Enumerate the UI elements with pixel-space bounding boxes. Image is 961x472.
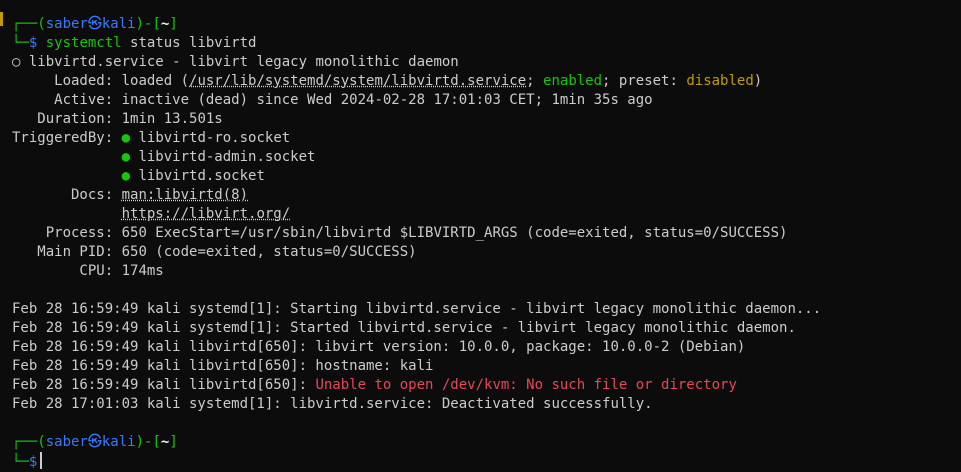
trigger-socket: libvirtd.socket bbox=[138, 168, 265, 184]
log-line-error: Feb 28 16:59:49 kali libvirtd[650]: Unab… bbox=[12, 376, 737, 395]
docs-line: https://libvirt.org/ bbox=[12, 205, 291, 224]
process-label: Process: bbox=[12, 225, 114, 241]
docs-link-man[interactable]: man:libvirtd(8) bbox=[122, 187, 248, 203]
active-dot-icon: ● bbox=[121, 168, 131, 184]
service-header: ○ libvirtd.service - libvirt legacy mono… bbox=[12, 53, 459, 72]
prompt-host: kali bbox=[101, 434, 136, 450]
loaded-label: Loaded: bbox=[12, 73, 114, 89]
prompt-host: kali bbox=[101, 16, 136, 32]
log-line: Feb 28 16:59:49 kali systemd[1]: Started… bbox=[12, 320, 796, 336]
prompt-frame: ] bbox=[169, 16, 178, 32]
loaded-line: Loaded: loaded (/usr/lib/systemd/system/… bbox=[12, 72, 762, 91]
process-value: 650 ExecStart=/usr/sbin/libvirtd $LIBVIR… bbox=[113, 225, 788, 241]
skull-icon: ㉿ bbox=[87, 434, 102, 450]
terminal-window[interactable]: ┌──(saber㉿kali)-[~] └─$ systemctl status… bbox=[0, 0, 961, 471]
preset-state: disabled bbox=[686, 73, 754, 89]
prompt-frame: ] bbox=[169, 434, 178, 450]
log-prefix: Feb 28 16:59:49 kali libvirtd[650]: bbox=[12, 377, 316, 393]
log-line: Feb 28 17:01:03 kali systemd[1]: libvirt… bbox=[12, 396, 653, 412]
cpu-label: CPU: bbox=[12, 263, 114, 279]
error-message: Unable to open /dev/kvm: No such file or… bbox=[315, 377, 737, 393]
active-dot-icon: ● bbox=[121, 130, 131, 146]
prompt-user: saber bbox=[45, 434, 88, 450]
prompt-frame: └─ bbox=[12, 35, 29, 51]
mainpid-label: Main PID: bbox=[12, 244, 114, 260]
command-args: status libvirtd bbox=[121, 35, 257, 51]
active-dot-icon: ● bbox=[121, 149, 131, 165]
triggered-line: ● libvirtd-admin.socket bbox=[12, 148, 316, 167]
mainpid-line: Main PID: 650 (code=exited, status=0/SUC… bbox=[12, 243, 417, 262]
docs-label: Docs: bbox=[12, 187, 114, 203]
prompt-symbol: $ bbox=[28, 35, 38, 51]
cpu-line: CPU: 174ms bbox=[12, 262, 164, 281]
process-line: Process: 650 ExecStart=/usr/sbin/libvirt… bbox=[12, 224, 788, 243]
trigger-socket: libvirtd-admin.socket bbox=[138, 149, 316, 165]
loaded-text: loaded ( bbox=[113, 73, 190, 89]
service-header-text: libvirtd.service - libvirt legacy monoli… bbox=[20, 54, 459, 70]
input-line[interactable]: └─$ bbox=[12, 452, 43, 471]
unit-file-path[interactable]: /usr/lib/systemd/system/libvirtd.service bbox=[189, 73, 526, 89]
active-value: inactive (dead) since Wed 2024-02-28 17:… bbox=[113, 92, 653, 108]
loaded-text: ; bbox=[526, 73, 544, 89]
prompt-line-top: ┌──(saber㉿kali)-[~] bbox=[12, 15, 178, 34]
prompt-frame: )-[ bbox=[135, 16, 161, 32]
loaded-text: ) bbox=[753, 73, 763, 89]
active-label: Active: bbox=[12, 92, 114, 108]
duration-label: Duration: bbox=[12, 111, 114, 127]
command-name: systemctl bbox=[45, 35, 122, 51]
prompt-user: saber bbox=[45, 16, 88, 32]
duration-line: Duration: 1min 13.501s bbox=[12, 110, 223, 129]
docs-line: Docs: man:libvirtd(8) bbox=[12, 186, 248, 205]
trigger-socket: libvirtd-ro.socket bbox=[138, 130, 291, 146]
text-cursor[interactable] bbox=[40, 452, 43, 469]
prompt-line-top: ┌──(saber㉿kali)-[~] bbox=[12, 433, 178, 452]
docs-link-url[interactable]: https://libvirt.org/ bbox=[122, 206, 291, 222]
triggered-line: ● libvirtd.socket bbox=[12, 167, 265, 186]
active-line: Active: inactive (dead) since Wed 2024-0… bbox=[12, 91, 653, 110]
command-line: └─$ systemctl status libvirtd bbox=[12, 34, 256, 53]
duration-value: 1min 13.501s bbox=[113, 111, 223, 127]
log-line: Feb 28 16:59:49 kali systemd[1]: Startin… bbox=[12, 301, 822, 317]
enabled-state: enabled bbox=[543, 73, 603, 89]
prompt-frame: )-[ bbox=[135, 434, 161, 450]
log-line: Feb 28 16:59:49 kali libvirtd[650]: host… bbox=[12, 358, 434, 374]
triggered-label: TriggeredBy: bbox=[12, 130, 114, 146]
window-edge-marker bbox=[0, 12, 3, 26]
triggered-line: TriggeredBy: ● libvirtd-ro.socket bbox=[12, 129, 290, 148]
loaded-text: ; preset: bbox=[602, 73, 687, 89]
log-line: Feb 28 16:59:49 kali libvirtd[650]: libv… bbox=[12, 339, 746, 355]
prompt-frame: ┌──( bbox=[12, 16, 46, 32]
cpu-value: 174ms bbox=[113, 263, 164, 279]
prompt-frame: ┌──( bbox=[12, 434, 46, 450]
mainpid-value: 650 (code=exited, status=0/SUCCESS) bbox=[113, 244, 417, 260]
skull-icon: ㉿ bbox=[87, 16, 102, 32]
